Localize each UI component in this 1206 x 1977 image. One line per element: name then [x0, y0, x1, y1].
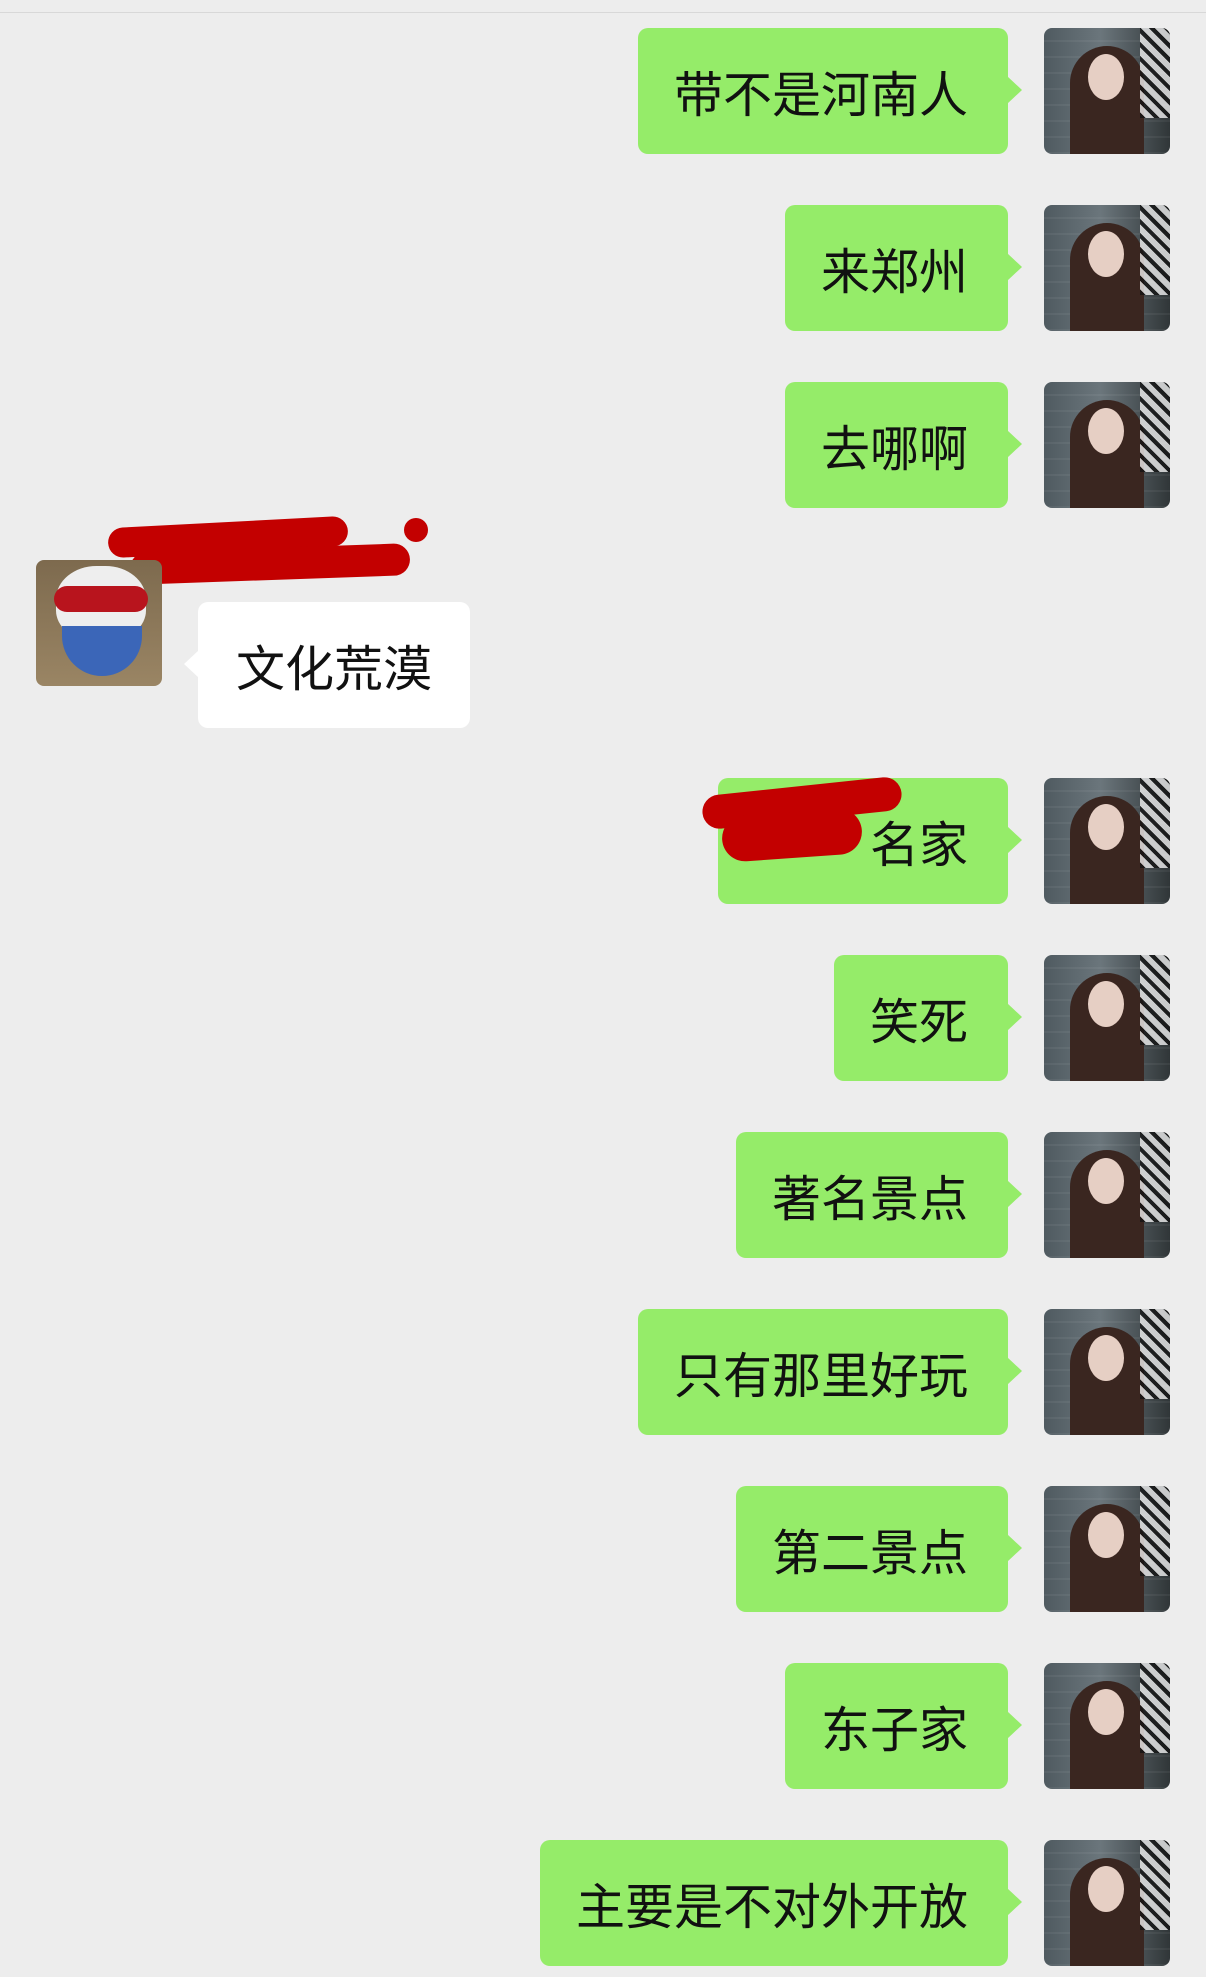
top-divider — [0, 12, 1206, 13]
message-row: 来郑州 — [0, 205, 1206, 331]
my-avatar[interactable] — [1044, 1132, 1170, 1258]
message-row: 主要是不对外开放 — [0, 1840, 1206, 1966]
my-avatar[interactable] — [1044, 205, 1170, 331]
redaction-mark — [404, 518, 428, 542]
message-row: 第二景点 — [0, 1486, 1206, 1612]
my-avatar[interactable] — [1044, 382, 1170, 508]
my-avatar[interactable] — [1044, 28, 1170, 154]
message-row: 著名景点 — [0, 1132, 1206, 1258]
message-row: 带不是河南人 — [0, 28, 1206, 154]
sent-message-bubble[interactable]: 来郑州 — [784, 205, 1023, 331]
message-row: 文化荒漠 — [0, 560, 1206, 728]
sent-message-bubble[interactable]: 著名景点 — [735, 1132, 1023, 1258]
contact-avatar[interactable] — [36, 560, 162, 686]
my-avatar[interactable] — [1044, 1840, 1170, 1966]
sent-message-bubble[interactable]: 笑死 — [833, 955, 1023, 1081]
sent-message-bubble[interactable]: 主要是不对外开放 — [539, 1840, 1023, 1966]
sent-message-bubble[interactable]: 带不是河南人 — [637, 28, 1023, 154]
message-row: 去哪啊 — [0, 382, 1206, 508]
message-row: 名家 — [0, 778, 1206, 904]
my-avatar[interactable] — [1044, 778, 1170, 904]
received-message-bubble[interactable]: 文化荒漠 — [183, 602, 471, 728]
my-avatar[interactable] — [1044, 1663, 1170, 1789]
my-avatar[interactable] — [1044, 955, 1170, 1081]
sent-message-bubble[interactable]: 去哪啊 — [784, 382, 1023, 508]
sent-message-bubble[interactable]: 东子家 — [784, 1663, 1023, 1789]
message-row: 东子家 — [0, 1663, 1206, 1789]
message-row: 笑死 — [0, 955, 1206, 1081]
my-avatar[interactable] — [1044, 1486, 1170, 1612]
sent-message-bubble[interactable]: 只有那里好玩 — [637, 1309, 1023, 1435]
message-row: 只有那里好玩 — [0, 1309, 1206, 1435]
redaction-mark — [720, 807, 864, 863]
my-avatar[interactable] — [1044, 1309, 1170, 1435]
sent-message-bubble[interactable]: 第二景点 — [735, 1486, 1023, 1612]
